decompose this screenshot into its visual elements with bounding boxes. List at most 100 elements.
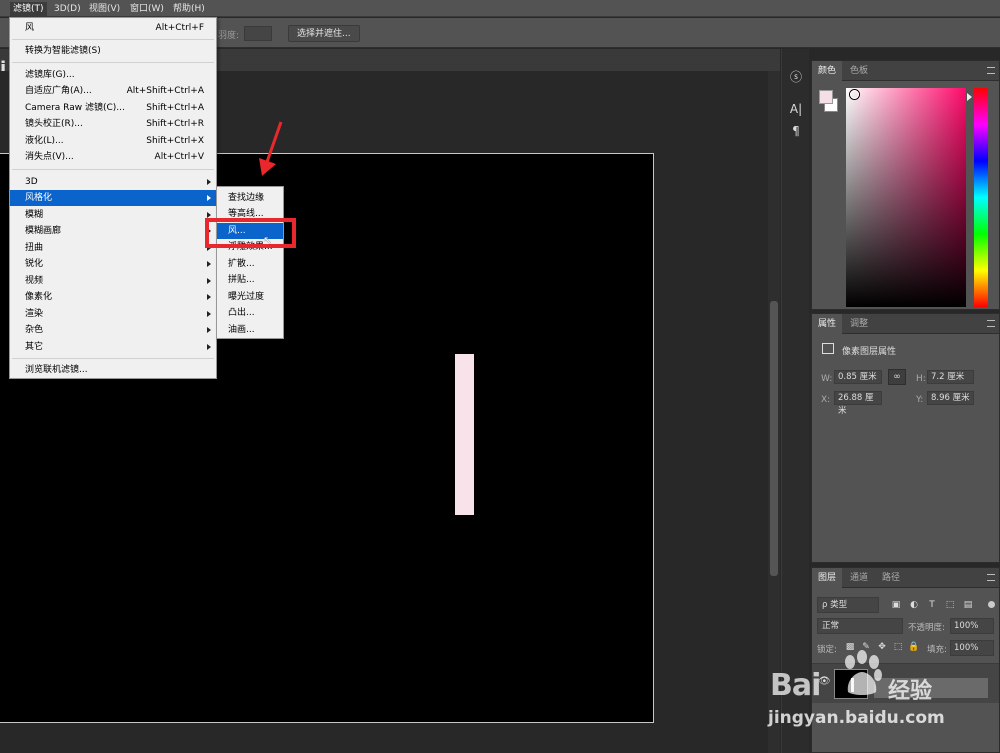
pixel-filter-icon[interactable]: ▣: [890, 598, 902, 612]
panel-menu-icon[interactable]: [987, 574, 995, 581]
link-dimensions-icon[interactable]: ∞: [888, 369, 906, 385]
height-field[interactable]: 7.2 厘米: [927, 370, 974, 384]
submenu-arrow-icon: [207, 344, 211, 350]
history-brush-icon[interactable]: ⓢ: [786, 67, 806, 87]
menu-item-3d[interactable]: 3D: [10, 174, 216, 190]
menu-item-sharpen[interactable]: 锐化: [10, 256, 216, 272]
color-panel-tabs: 颜色 色板: [812, 61, 999, 81]
menu-separator: [12, 62, 214, 63]
menu-item-last-filter[interactable]: 风 Alt+Ctrl+F: [10, 20, 216, 36]
shape-filter-icon[interactable]: ⬚: [944, 598, 956, 612]
layer-filter-kind-select[interactable]: ρ 类型: [817, 597, 879, 613]
menu-window[interactable]: 窗口(W): [127, 2, 167, 16]
tab-layers[interactable]: 图层: [812, 568, 843, 588]
select-and-mask-button[interactable]: 选择并遮住...: [288, 25, 360, 42]
tab-properties[interactable]: 属性: [812, 314, 843, 334]
menu-separator: [12, 169, 214, 170]
y-label: Y:: [916, 395, 924, 405]
menu-item-noise[interactable]: 杂色: [10, 322, 216, 338]
tab-adjustments[interactable]: 调整: [844, 314, 874, 334]
menu-item-vanishing-point[interactable]: 消失点(V)... Alt+Ctrl+V: [10, 149, 216, 165]
smart-object-filter-icon[interactable]: ▤: [962, 598, 974, 612]
panel-menu-icon[interactable]: [987, 320, 995, 327]
submenu-item-extrude[interactable]: 凸出...: [217, 305, 283, 321]
menu-item-label: 风: [25, 23, 35, 33]
menu-item-video[interactable]: 视频: [10, 273, 216, 289]
stylize-submenu: 查找边缘 等高线... 风... 浮雕效果... 扩散... 拼贴... 曝光过…: [216, 186, 284, 339]
menu-item-camera-raw[interactable]: Camera Raw 滤镜(C)... Shift+Ctrl+A: [10, 100, 216, 116]
tab-paths[interactable]: 路径: [876, 568, 906, 588]
tab-swatches[interactable]: 色板: [844, 61, 874, 81]
menu-item-label: 锐化: [25, 259, 44, 269]
menu-filter[interactable]: 滤镜(T): [10, 2, 47, 16]
hue-slider[interactable]: [974, 88, 988, 307]
layers-panel-tabs: 图层 通道 路径: [812, 568, 999, 588]
submenu-item-tiles[interactable]: 拼贴...: [217, 272, 283, 288]
opacity-input[interactable]: 100%: [950, 618, 994, 634]
menu-item-pixelate[interactable]: 像素化: [10, 289, 216, 305]
menu-item-blur[interactable]: 模糊: [10, 207, 216, 223]
menu-item-render[interactable]: 渲染: [10, 306, 216, 322]
menu-item-stylize[interactable]: 风格化: [10, 190, 216, 206]
watermark-jingyan-text: 经验: [888, 679, 933, 704]
submenu-item-oil-paint[interactable]: 油画...: [217, 322, 283, 338]
menu-3d[interactable]: 3D(D): [51, 2, 84, 16]
menu-item-label: Camera Raw 滤镜(C)...: [25, 103, 125, 113]
menu-item-blur-gallery[interactable]: 模糊画廊: [10, 223, 216, 239]
menu-help[interactable]: 帮助(H): [170, 2, 208, 16]
width-label: W:: [821, 374, 833, 384]
tab-channels[interactable]: 通道: [844, 568, 874, 588]
adjustment-filter-icon[interactable]: ◐: [908, 598, 920, 612]
color-picker-ring[interactable]: [850, 90, 859, 99]
submenu-arrow-icon: [207, 278, 211, 284]
menu-item-label: 浏览联机滤镜...: [25, 365, 88, 375]
watermark-brand-text: Bai: [770, 668, 821, 703]
foreground-color-swatch[interactable]: [819, 90, 833, 104]
menu-item-shortcut: Shift+Ctrl+R: [146, 119, 204, 129]
color-saturation-field[interactable]: [846, 88, 966, 307]
menu-item-label: 滤镜库(G)...: [25, 70, 75, 80]
submenu-item-solarize[interactable]: 曝光过度: [217, 289, 283, 305]
type-filter-icon[interactable]: T: [926, 598, 938, 612]
submenu-item-find-edges[interactable]: 查找边缘: [217, 190, 283, 206]
pink-rectangle-shape: [455, 354, 474, 515]
submenu-item-diffuse[interactable]: 扩散...: [217, 256, 283, 272]
menu-item-adaptive-wide-angle[interactable]: 自适应广角(A)... Alt+Shift+Ctrl+A: [10, 83, 216, 99]
width-field[interactable]: 0.85 厘米: [834, 370, 882, 384]
menu-item-label: 转换为智能滤镜(S): [25, 46, 101, 56]
layer-filter-toggle[interactable]: [988, 601, 995, 608]
hue-slider-arrow-icon[interactable]: [967, 93, 972, 101]
panel-menu-icon[interactable]: [987, 67, 995, 74]
menu-item-convert-smart-filters[interactable]: 转换为智能滤镜(S): [10, 43, 216, 59]
menu-item-label: 扭曲: [25, 243, 44, 253]
menu-item-liquify[interactable]: 液化(L)... Shift+Ctrl+X: [10, 133, 216, 149]
menu-item-label: 液化(L)...: [25, 136, 64, 146]
fill-input[interactable]: 100%: [950, 640, 994, 656]
menu-item-filter-gallery[interactable]: 滤镜库(G)...: [10, 67, 216, 83]
canvas-vertical-scrollbar[interactable]: [768, 71, 780, 753]
paragraph-icon[interactable]: ¶: [786, 121, 806, 141]
menu-bar: 滤镜(T) 3D(D) 视图(V) 窗口(W) 帮助(H): [0, 0, 1000, 17]
character-icon[interactable]: A|: [786, 99, 806, 119]
menu-item-label: 杂色: [25, 325, 44, 335]
blend-mode-select[interactable]: 正常: [817, 618, 903, 634]
pixel-layer-icon: [822, 343, 834, 354]
menu-item-other[interactable]: 其它: [10, 339, 216, 355]
filter-dropdown-menu: 风 Alt+Ctrl+F 转换为智能滤镜(S) 滤镜库(G)... 自适应广角(…: [9, 17, 217, 379]
x-field[interactable]: 26.88 厘米: [834, 391, 882, 416]
submenu-arrow-icon: [207, 179, 211, 185]
menu-view[interactable]: 视图(V): [86, 2, 123, 16]
scrollbar-thumb[interactable]: [770, 301, 778, 576]
properties-title: 像素图层属性: [842, 347, 897, 357]
tab-color[interactable]: 颜色: [812, 61, 843, 81]
menu-item-shortcut: Alt+Shift+Ctrl+A: [126, 86, 204, 96]
submenu-arrow-icon: [207, 294, 211, 300]
menu-item-browse-filters-online[interactable]: 浏览联机滤镜...: [10, 362, 216, 378]
menu-separator: [12, 358, 214, 359]
y-field[interactable]: 8.96 厘米: [927, 391, 974, 405]
lock-all-icon[interactable]: 🔒: [908, 640, 920, 654]
menu-item-lens-correction[interactable]: 镜头校正(R)... Shift+Ctrl+R: [10, 116, 216, 132]
feather-input[interactable]: [244, 26, 272, 41]
menu-item-distort[interactable]: 扭曲: [10, 240, 216, 256]
lock-artboard-icon[interactable]: ⬚: [892, 640, 904, 654]
